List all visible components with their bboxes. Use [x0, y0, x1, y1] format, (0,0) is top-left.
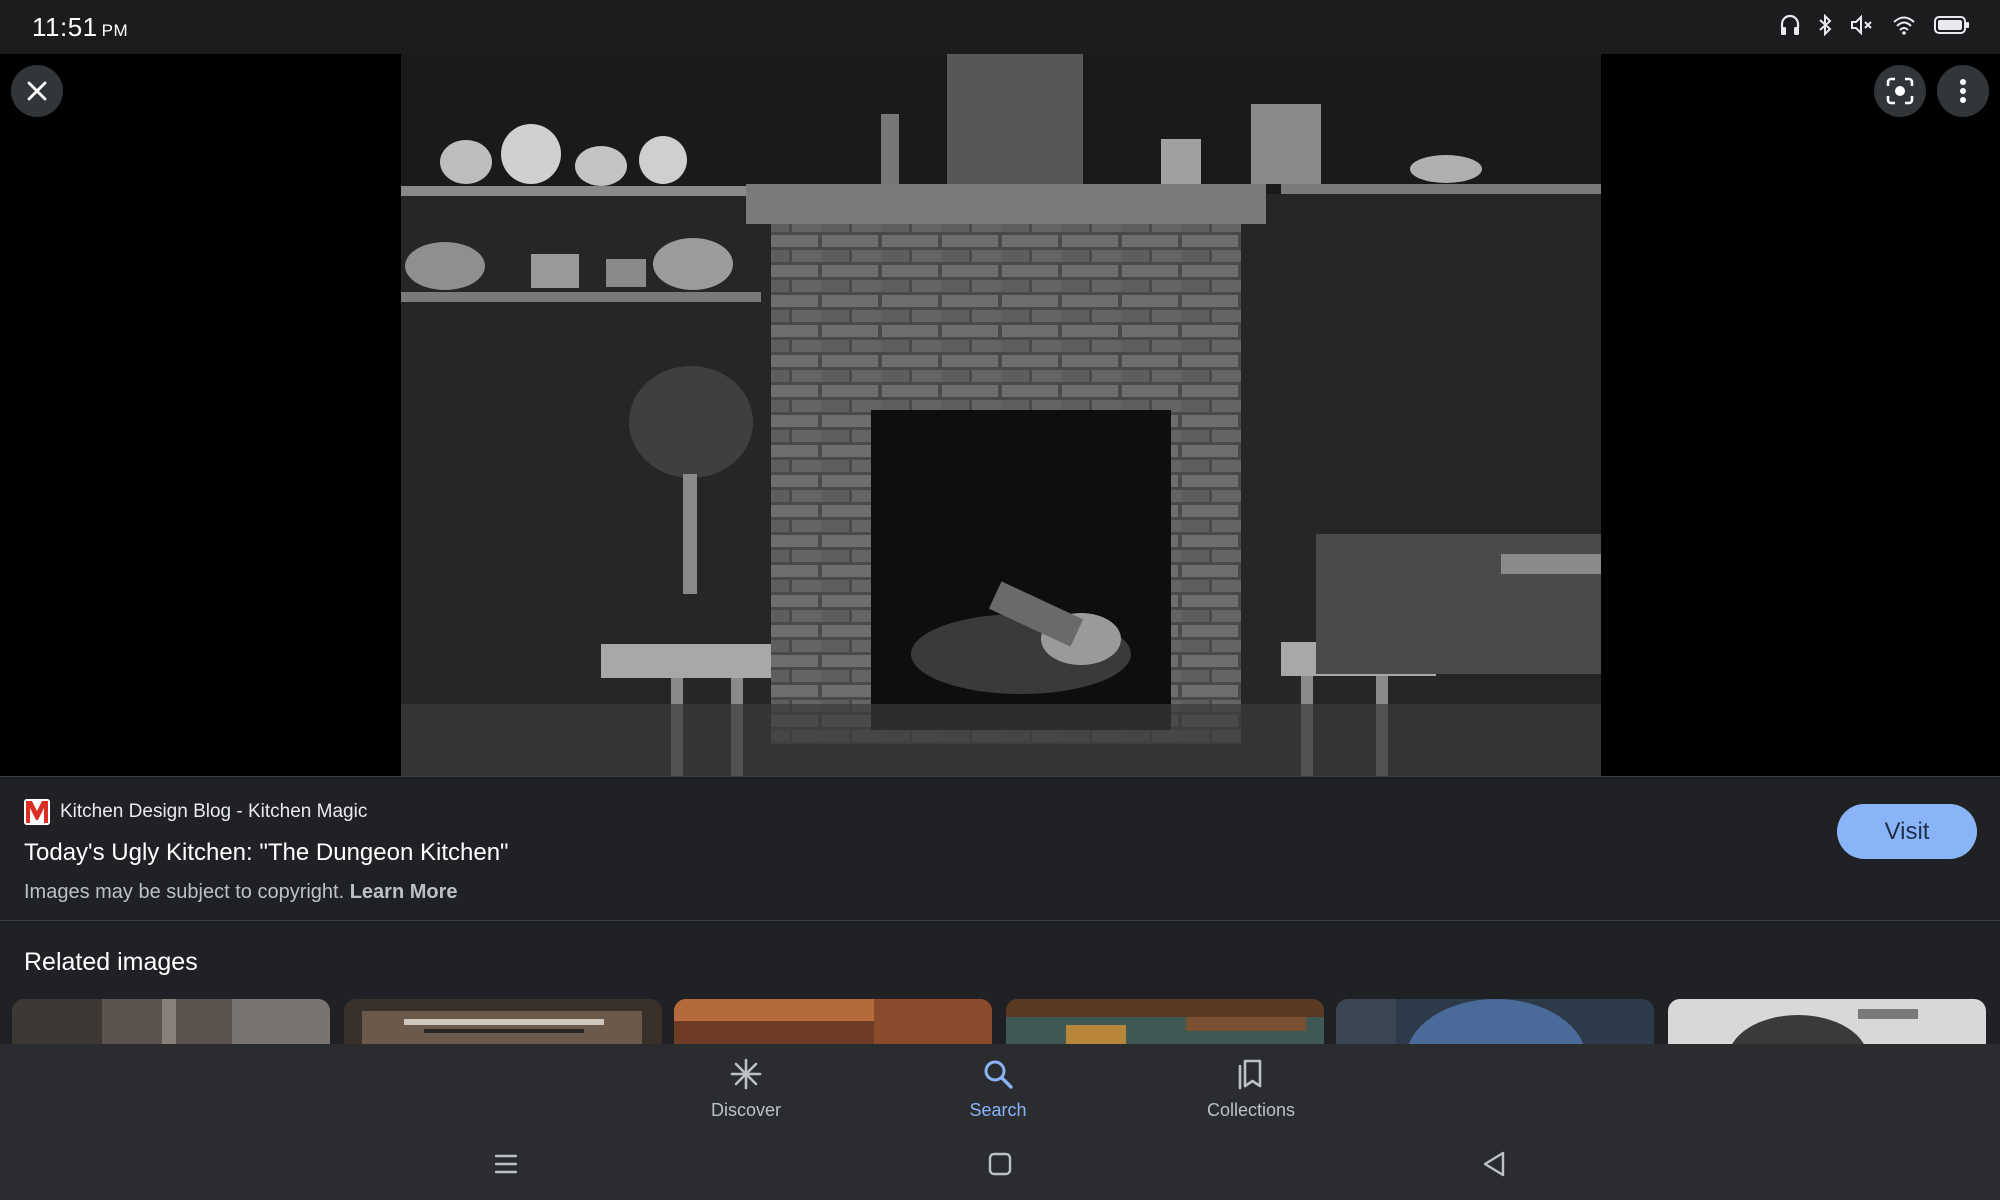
nav-label-discover: Discover: [710, 1100, 781, 1120]
volume-muted-icon: [1850, 14, 1874, 36]
fireplace-photo: [401, 54, 1601, 776]
bookmarks-icon: [1171, 1056, 1331, 1092]
source-row[interactable]: Kitchen Design Blog - Kitchen Magic: [24, 799, 367, 825]
related-images-heading: Related images: [24, 948, 198, 976]
search-icon: [918, 1056, 1078, 1092]
more-options-button[interactable]: [1937, 65, 1989, 117]
recents-icon: [494, 1154, 518, 1174]
copyright-text: Images may be subject to copyright.: [24, 881, 345, 903]
clock-time: 11:51: [32, 12, 98, 42]
nav-label-collections: Collections: [1206, 1100, 1296, 1120]
lens-button[interactable]: [1874, 65, 1926, 117]
nav-label-search: Search: [969, 1100, 1027, 1120]
clock-ampm: PM: [101, 21, 129, 40]
related-thumbnail[interactable]: [12, 999, 330, 1045]
related-images-strip[interactable]: [12, 999, 2000, 1045]
close-button[interactable]: [11, 65, 63, 117]
copyright-notice: Images may be subject to copyright. Lear…: [24, 881, 458, 904]
clock: 11:51 PM: [32, 12, 128, 43]
nav-collections[interactable]: Collections: [1171, 1056, 1331, 1121]
nav-search[interactable]: Search: [918, 1056, 1078, 1121]
home-icon: [988, 1152, 1012, 1176]
status-icons: [1780, 14, 1970, 36]
related-thumbnail[interactable]: [674, 999, 992, 1045]
source-name: Kitchen Design Blog - Kitchen Magic: [60, 801, 368, 822]
system-recents-button[interactable]: [486, 1147, 526, 1181]
image-viewer: [0, 54, 2000, 776]
divider: [0, 920, 2000, 921]
page-title[interactable]: Today's Ugly Kitchen: "The Dungeon Kitch…: [24, 839, 509, 867]
main-image[interactable]: [401, 54, 1601, 776]
related-thumbnail[interactable]: [344, 999, 662, 1045]
close-icon: [27, 81, 47, 101]
wifi-icon: [1892, 15, 1916, 35]
asterisk-icon: [666, 1056, 826, 1092]
site-logo: [24, 799, 50, 825]
headphones-icon: [1780, 14, 1800, 36]
related-thumbnail[interactable]: [1336, 999, 1654, 1045]
image-info-panel: Kitchen Design Blog - Kitchen Magic Toda…: [0, 776, 2000, 921]
back-icon: [1483, 1151, 1505, 1177]
related-thumbnail[interactable]: [1006, 999, 1324, 1045]
more-vert-icon: [1960, 79, 1966, 103]
learn-more-link[interactable]: Learn More: [350, 881, 458, 903]
system-home-button[interactable]: [980, 1147, 1020, 1181]
related-thumbnail[interactable]: [1668, 999, 1986, 1045]
system-back-button[interactable]: [1474, 1147, 1514, 1181]
lens-icon: [1886, 77, 1914, 105]
nav-discover[interactable]: Discover: [666, 1056, 826, 1121]
bluetooth-icon: [1818, 14, 1832, 36]
visit-button[interactable]: Visit: [1837, 804, 1977, 859]
battery-icon: [1934, 15, 1970, 35]
status-bar: 11:51 PM: [0, 0, 2000, 54]
